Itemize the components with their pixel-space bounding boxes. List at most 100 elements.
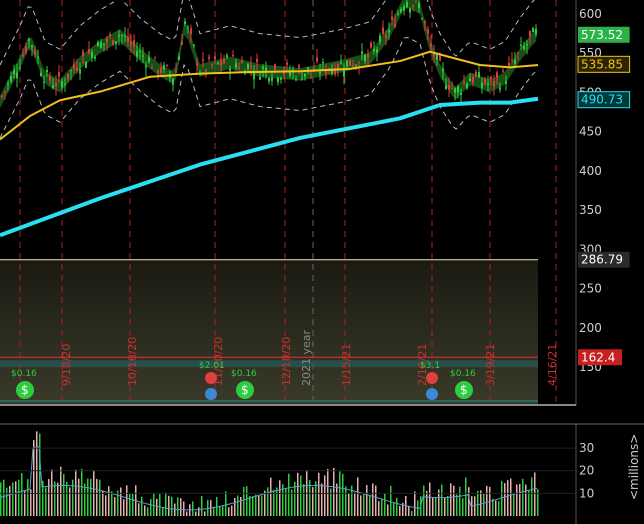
events-band	[0, 360, 538, 368]
candle-body	[511, 59, 513, 61]
volume-bar	[240, 496, 242, 516]
price-tick-label: 250	[579, 282, 602, 296]
candle-body	[166, 64, 168, 66]
volume-bar	[66, 481, 68, 516]
volume-bar	[450, 483, 452, 516]
candle-body	[394, 23, 396, 28]
candle-body	[316, 57, 318, 62]
price-tick-label: 450	[579, 125, 602, 139]
candle-body	[196, 63, 198, 66]
horizontal-line-low-label: 162.4	[581, 350, 615, 364]
volume-bar	[24, 490, 26, 516]
volume-bar	[480, 490, 482, 516]
candle-body	[97, 41, 99, 47]
candle-body	[490, 76, 492, 79]
candle-body	[49, 76, 51, 81]
candle-body	[67, 73, 69, 80]
candle-body	[253, 73, 255, 80]
info-icon[interactable]	[205, 388, 217, 400]
candle-body	[220, 60, 222, 66]
volume-bar	[114, 497, 116, 516]
candle-body	[454, 88, 456, 93]
candle-body	[31, 45, 33, 48]
volume-bar	[195, 511, 197, 516]
info-icon[interactable]	[426, 388, 438, 400]
dividend-value: $0.16	[231, 369, 257, 379]
volume-bar	[435, 497, 437, 516]
dividend-value: $0.16	[450, 369, 476, 379]
candle-body	[64, 83, 66, 85]
candle-body	[391, 16, 393, 20]
candle-body	[202, 59, 204, 61]
volume-bar	[246, 486, 248, 516]
dividend-value: $0.16	[11, 369, 37, 379]
candle-body	[229, 68, 231, 71]
volume-tick-label: 10	[579, 486, 594, 500]
candle-body	[103, 43, 105, 45]
volume-bar	[69, 487, 71, 516]
volume-bar	[231, 505, 233, 516]
volume-bar	[159, 493, 161, 516]
volume-bar	[111, 491, 113, 516]
volume-bar	[21, 473, 23, 516]
volume-bar	[357, 477, 359, 516]
volume-bar	[375, 485, 377, 516]
volume-bar	[486, 485, 488, 516]
candle-body	[301, 79, 303, 81]
volume-bar	[399, 505, 401, 516]
candle-body	[418, 3, 420, 8]
volume-bar	[465, 477, 467, 516]
candle-body	[244, 73, 246, 75]
candle-body	[451, 87, 453, 89]
volume-bar	[96, 479, 98, 516]
volume-bar	[342, 473, 344, 516]
candle-body	[58, 72, 60, 77]
volume-bar	[423, 485, 425, 516]
candle-body	[250, 65, 252, 68]
volume-bar	[444, 497, 446, 516]
candle-body	[211, 63, 213, 65]
volume-bar	[477, 490, 479, 516]
candle-body	[355, 65, 357, 67]
candle-body	[22, 54, 24, 56]
volume-tick-label: 30	[579, 441, 594, 455]
volume-bar	[72, 479, 74, 516]
candle-body	[379, 35, 381, 42]
candle-body	[181, 41, 183, 45]
candle-body	[28, 39, 30, 42]
volume-bar	[507, 480, 509, 516]
candle-body	[184, 21, 186, 24]
date-label: 4/16/21	[546, 344, 559, 386]
volume-bar	[243, 486, 245, 516]
candle-body	[493, 80, 495, 87]
earnings-icon[interactable]	[205, 372, 217, 384]
earnings-icon[interactable]	[426, 372, 438, 384]
candle-body	[277, 77, 279, 83]
candle-body	[190, 28, 192, 34]
panel-resize-handle[interactable]	[0, 406, 644, 424]
stock-chart[interactable]: 9/18/20 10/16/20 11/20/20 12/18/20 1/15/21 2/…	[0, 0, 644, 524]
volume-bar	[201, 495, 203, 516]
candle-body	[151, 67, 153, 69]
candle-body	[1, 95, 3, 97]
volume-bar	[327, 468, 329, 516]
volume-bar	[99, 479, 101, 516]
volume-bar	[108, 486, 110, 516]
candle-body	[52, 85, 54, 89]
volume-bar	[219, 506, 221, 516]
volume-bar	[408, 505, 410, 516]
candle-body	[193, 44, 195, 46]
candle-body	[214, 56, 216, 60]
volume-bar	[297, 472, 299, 516]
volume-bar	[462, 498, 464, 516]
candle-body	[124, 35, 126, 37]
dollar-icon: $	[21, 383, 29, 397]
candle-body	[94, 56, 96, 59]
volume-tick-label: 20	[579, 464, 594, 478]
volume-bar	[18, 479, 20, 516]
volume-bar	[393, 502, 395, 516]
candle-body	[37, 56, 39, 58]
candle-body	[148, 57, 150, 62]
volume-bar	[363, 494, 365, 516]
volume-bar	[474, 496, 476, 516]
